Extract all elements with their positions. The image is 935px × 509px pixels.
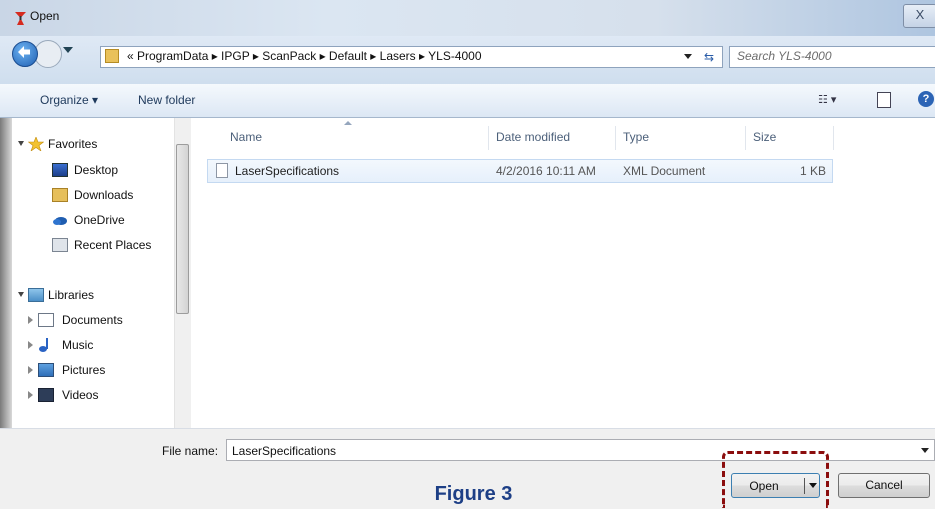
refresh-icon[interactable]: ⇆ — [696, 46, 723, 68]
address-dropdown-icon[interactable] — [684, 54, 692, 59]
expand-arrow-icon[interactable] — [18, 141, 24, 146]
views-icon[interactable]: ☷ ▾ — [818, 93, 844, 107]
nav-label: Videos — [62, 388, 99, 402]
file-size: 1 KB — [800, 164, 827, 178]
navigation-pane: Favorites Desktop Downloads OneDrive Rec… — [12, 118, 191, 428]
recent-places-icon — [52, 238, 68, 252]
nav-label: Music — [62, 338, 94, 352]
collapse-arrow-icon[interactable] — [28, 391, 33, 399]
organize-button[interactable]: Organize ▾ — [40, 93, 98, 107]
breadcrumb[interactable]: « ProgramData ▸ IPGP ▸ ScanPack ▸ Defaul… — [127, 49, 482, 63]
column-header-name[interactable]: Name — [230, 130, 262, 144]
command-bar: Organize ▾ New folder ☷ ▾ ? — [0, 84, 935, 118]
documents-icon — [38, 313, 54, 327]
new-folder-button[interactable]: New folder — [138, 93, 195, 107]
file-name-dropdown-icon[interactable] — [921, 448, 929, 453]
figure-caption: Figure 3 — [0, 483, 935, 506]
column-divider[interactable] — [488, 126, 489, 150]
downloads-icon — [52, 188, 68, 202]
scrollbar-thumb[interactable] — [176, 144, 189, 314]
file-name-value: LaserSpecifications — [232, 444, 337, 458]
nav-label: OneDrive — [74, 213, 125, 227]
libraries-icon — [28, 288, 44, 302]
nav-scrollbar[interactable] — [174, 118, 191, 428]
music-icon — [39, 338, 48, 352]
file-name: LaserSpecifications — [235, 164, 340, 178]
nav-label: Downloads — [74, 188, 134, 202]
collapse-arrow-icon[interactable] — [28, 366, 33, 374]
onedrive-icon — [53, 217, 67, 225]
column-divider[interactable] — [615, 126, 616, 150]
star-icon — [28, 137, 44, 151]
file-date: 4/2/2016 10:11 AM — [496, 164, 596, 178]
column-header-type[interactable]: Type — [623, 130, 649, 144]
help-icon[interactable]: ? — [918, 91, 934, 107]
column-header-size[interactable]: Size — [753, 130, 776, 144]
desktop-icon — [52, 163, 68, 177]
history-dropdown-icon[interactable] — [63, 47, 73, 53]
search-placeholder: Search YLS-4000 — [737, 49, 832, 63]
table-row[interactable]: LaserSpecifications 4/2/2016 10:11 AM XM… — [207, 159, 833, 183]
expand-arrow-icon[interactable] — [18, 292, 24, 297]
collapse-arrow-icon[interactable] — [28, 316, 33, 324]
nav-label: Desktop — [74, 163, 119, 177]
folder-icon — [105, 49, 119, 63]
column-divider[interactable] — [745, 126, 746, 150]
file-list: Name Date modified Type Size LaserSpecif… — [191, 118, 935, 428]
preview-pane-icon[interactable] — [877, 92, 891, 108]
nav-label: Documents — [62, 313, 123, 327]
xml-file-icon — [216, 163, 228, 178]
nav-label: Recent Places — [74, 238, 152, 252]
address-row: « ProgramData ▸ IPGP ▸ ScanPack ▸ Defaul… — [0, 36, 935, 84]
nav-label: Favorites — [48, 137, 98, 151]
collapse-arrow-icon[interactable] — [28, 341, 33, 349]
nav-label: Pictures — [62, 363, 106, 377]
app-icon — [15, 12, 26, 25]
videos-icon — [38, 388, 54, 402]
pictures-icon — [38, 363, 54, 377]
nav-label: Libraries — [48, 288, 95, 302]
address-bar[interactable]: « ProgramData ▸ IPGP ▸ ScanPack ▸ Defaul… — [100, 46, 702, 68]
forward-button[interactable] — [34, 40, 62, 68]
search-input[interactable]: Search YLS-4000 — [729, 46, 935, 68]
sort-ascending-icon — [344, 121, 352, 125]
caption-text: Figure 3 — [434, 483, 513, 505]
window-title: Open — [30, 9, 60, 23]
title-bar: Open X — [0, 0, 935, 36]
file-type: XML Document — [623, 164, 706, 178]
file-name-label: File name: — [162, 444, 219, 458]
column-header-date[interactable]: Date modified — [496, 130, 570, 144]
column-divider[interactable] — [833, 126, 834, 150]
back-icon — [18, 46, 30, 58]
close-button[interactable]: X — [903, 4, 935, 28]
